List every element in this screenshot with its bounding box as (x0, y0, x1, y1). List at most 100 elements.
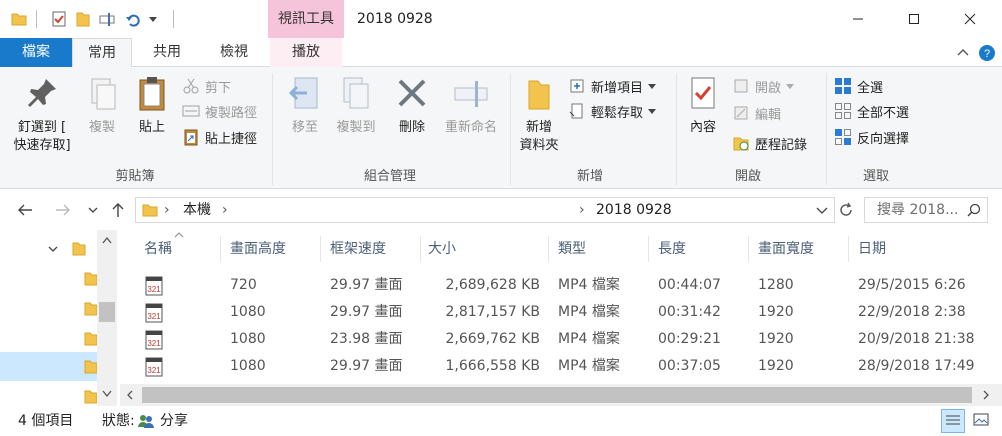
paste-shortcut-button[interactable]: 貼上捷徑 (182, 126, 257, 148)
address-dropdown-icon[interactable] (816, 206, 828, 216)
breadcrumb-separator[interactable]: › (222, 198, 228, 222)
nav-item[interactable] (0, 294, 98, 323)
divider[interactable] (420, 236, 421, 262)
properties-button[interactable]: 內容 (680, 75, 726, 137)
collapse-ribbon-icon[interactable] (954, 44, 972, 62)
column-header-type[interactable]: 類型 (558, 237, 586, 261)
column-header-size[interactable]: 大小 (428, 237, 456, 261)
scroll-right-icon[interactable] (982, 390, 990, 400)
recent-locations-chevron-icon[interactable] (88, 205, 98, 215)
copy-to-button[interactable]: 複製到 (330, 75, 382, 137)
scroll-up-icon[interactable] (102, 236, 112, 244)
tab-play[interactable]: 播放 (270, 38, 342, 67)
refresh-icon[interactable] (838, 202, 854, 218)
breadcrumb-separator[interactable]: › (579, 198, 585, 222)
breadcrumb-this-pc[interactable]: 本機 (183, 198, 211, 222)
scrollbar-thumb[interactable] (99, 302, 115, 322)
cell-height: 1080 (230, 304, 266, 320)
tab-file[interactable]: 檔案 (0, 38, 72, 67)
chevron-down-icon[interactable] (148, 14, 158, 24)
expand-chevron-icon[interactable] (48, 244, 58, 254)
table-row[interactable]: 321 1080 29.97 畫面 2,817,157 KB MP4 檔案 00… (120, 299, 980, 326)
large-icons-view-button[interactable] (970, 409, 994, 433)
divider (272, 73, 273, 185)
nav-item[interactable] (0, 234, 97, 263)
new-folder-icon (528, 80, 550, 110)
history-button[interactable]: 歷程記錄 (732, 132, 807, 154)
back-arrow-icon[interactable] (16, 201, 34, 219)
properties-check-icon[interactable] (50, 10, 68, 28)
select-all-icon (835, 78, 851, 94)
nav-item[interactable] (0, 382, 98, 406)
divider[interactable] (748, 236, 749, 262)
scrollbar-thumb[interactable] (142, 387, 972, 403)
table-row[interactable]: 321 1080 29.97 畫面 1,666,558 KB MP4 檔案 00… (120, 353, 980, 380)
nav-item-selected[interactable] (0, 352, 98, 381)
folder-icon[interactable] (10, 10, 28, 28)
nav-item[interactable] (0, 264, 98, 293)
cell-width: 1920 (758, 304, 794, 320)
copy-button[interactable]: 複製 (80, 75, 124, 137)
rename-button[interactable]: 重新命名 (440, 75, 502, 137)
divider[interactable] (548, 236, 549, 262)
nav-scrollbar[interactable] (97, 230, 117, 406)
video-file-icon: 321 (145, 276, 163, 296)
new-item-icon (570, 79, 584, 93)
rename-icon[interactable] (98, 10, 116, 28)
column-header-frame-width[interactable]: 畫面寬度 (758, 237, 814, 261)
close-button[interactable] (942, 0, 998, 38)
address-bar[interactable]: › 本機 › › 2018 0928 (135, 197, 835, 223)
edit-button[interactable]: 編輯 (732, 102, 781, 124)
pin-to-quick-access-button[interactable]: 釘選到 [ 快速存取] (6, 75, 78, 155)
new-folder-icon[interactable] (74, 10, 92, 28)
cell-type: MP4 檔案 (558, 331, 620, 347)
select-all-button[interactable]: 全選 (834, 75, 883, 97)
scroll-left-icon[interactable] (126, 390, 134, 400)
column-header-frame-height[interactable]: 畫面高度 (230, 237, 286, 261)
new-item-button[interactable]: 新增項目 (568, 75, 662, 97)
file-list: 名稱 畫面高度 框架速度 大小 類型 長度 畫面寬度 日期 321 720 29… (120, 230, 1002, 406)
up-arrow-icon[interactable] (109, 201, 127, 219)
select-none-button[interactable]: 全部不選 (834, 100, 909, 122)
column-header-frame-rate[interactable]: 框架速度 (330, 237, 386, 261)
table-row[interactable]: 321 1080 23.98 畫面 2,669,762 KB MP4 檔案 00… (120, 326, 980, 353)
new-folder-button[interactable]: 新增 資料夾 (514, 75, 564, 155)
copy-path-button[interactable]: 複製路徑 (182, 100, 257, 122)
divider[interactable] (220, 236, 221, 262)
edit-icon (734, 106, 748, 120)
forward-arrow-icon[interactable] (54, 201, 72, 219)
details-view-button[interactable] (941, 409, 965, 433)
divider[interactable] (648, 236, 649, 262)
invert-selection-button[interactable]: 反向選擇 (834, 126, 909, 148)
help-icon[interactable]: ? (978, 44, 996, 62)
nav-item[interactable] (0, 324, 98, 353)
breadcrumb-separator[interactable]: › (164, 198, 170, 222)
scroll-down-icon[interactable] (102, 390, 112, 398)
undo-icon[interactable] (124, 10, 142, 28)
divider[interactable] (848, 236, 849, 262)
table-row[interactable]: 321 720 29.97 畫面 2,689,628 KB MP4 檔案 00:… (120, 272, 980, 299)
column-header-name[interactable]: 名稱 (144, 237, 172, 261)
minimize-button[interactable] (830, 0, 886, 38)
move-to-button[interactable]: 移至 (282, 75, 328, 137)
paste-button[interactable]: 貼上 (130, 75, 174, 137)
cell-size: 2,689,628 KB (445, 277, 541, 293)
cut-button[interactable]: 剪下 (182, 75, 231, 97)
delete-button[interactable]: 刪除 (390, 75, 434, 137)
cell-type: MP4 檔案 (558, 277, 620, 293)
easy-access-button[interactable]: 輕鬆存取 (568, 100, 662, 122)
details-view-icon (946, 415, 960, 425)
search-input[interactable]: 搜尋 2018... (864, 197, 988, 223)
tab-share[interactable]: 共用 (134, 38, 200, 67)
horizontal-scrollbar[interactable] (120, 384, 1002, 406)
divider[interactable] (320, 236, 321, 262)
column-header-length[interactable]: 長度 (658, 237, 686, 261)
tab-view[interactable]: 檢視 (202, 38, 266, 67)
breadcrumb-current-folder[interactable]: 2018 0928 (596, 198, 672, 222)
maximize-button[interactable] (886, 0, 942, 38)
column-header-date[interactable]: 日期 (858, 237, 886, 261)
cell-length: 00:37:05 (658, 358, 721, 374)
tab-home[interactable]: 常用 (72, 38, 132, 68)
cell-length: 00:31:42 (658, 304, 721, 320)
open-button[interactable]: 開啟 (732, 75, 800, 97)
